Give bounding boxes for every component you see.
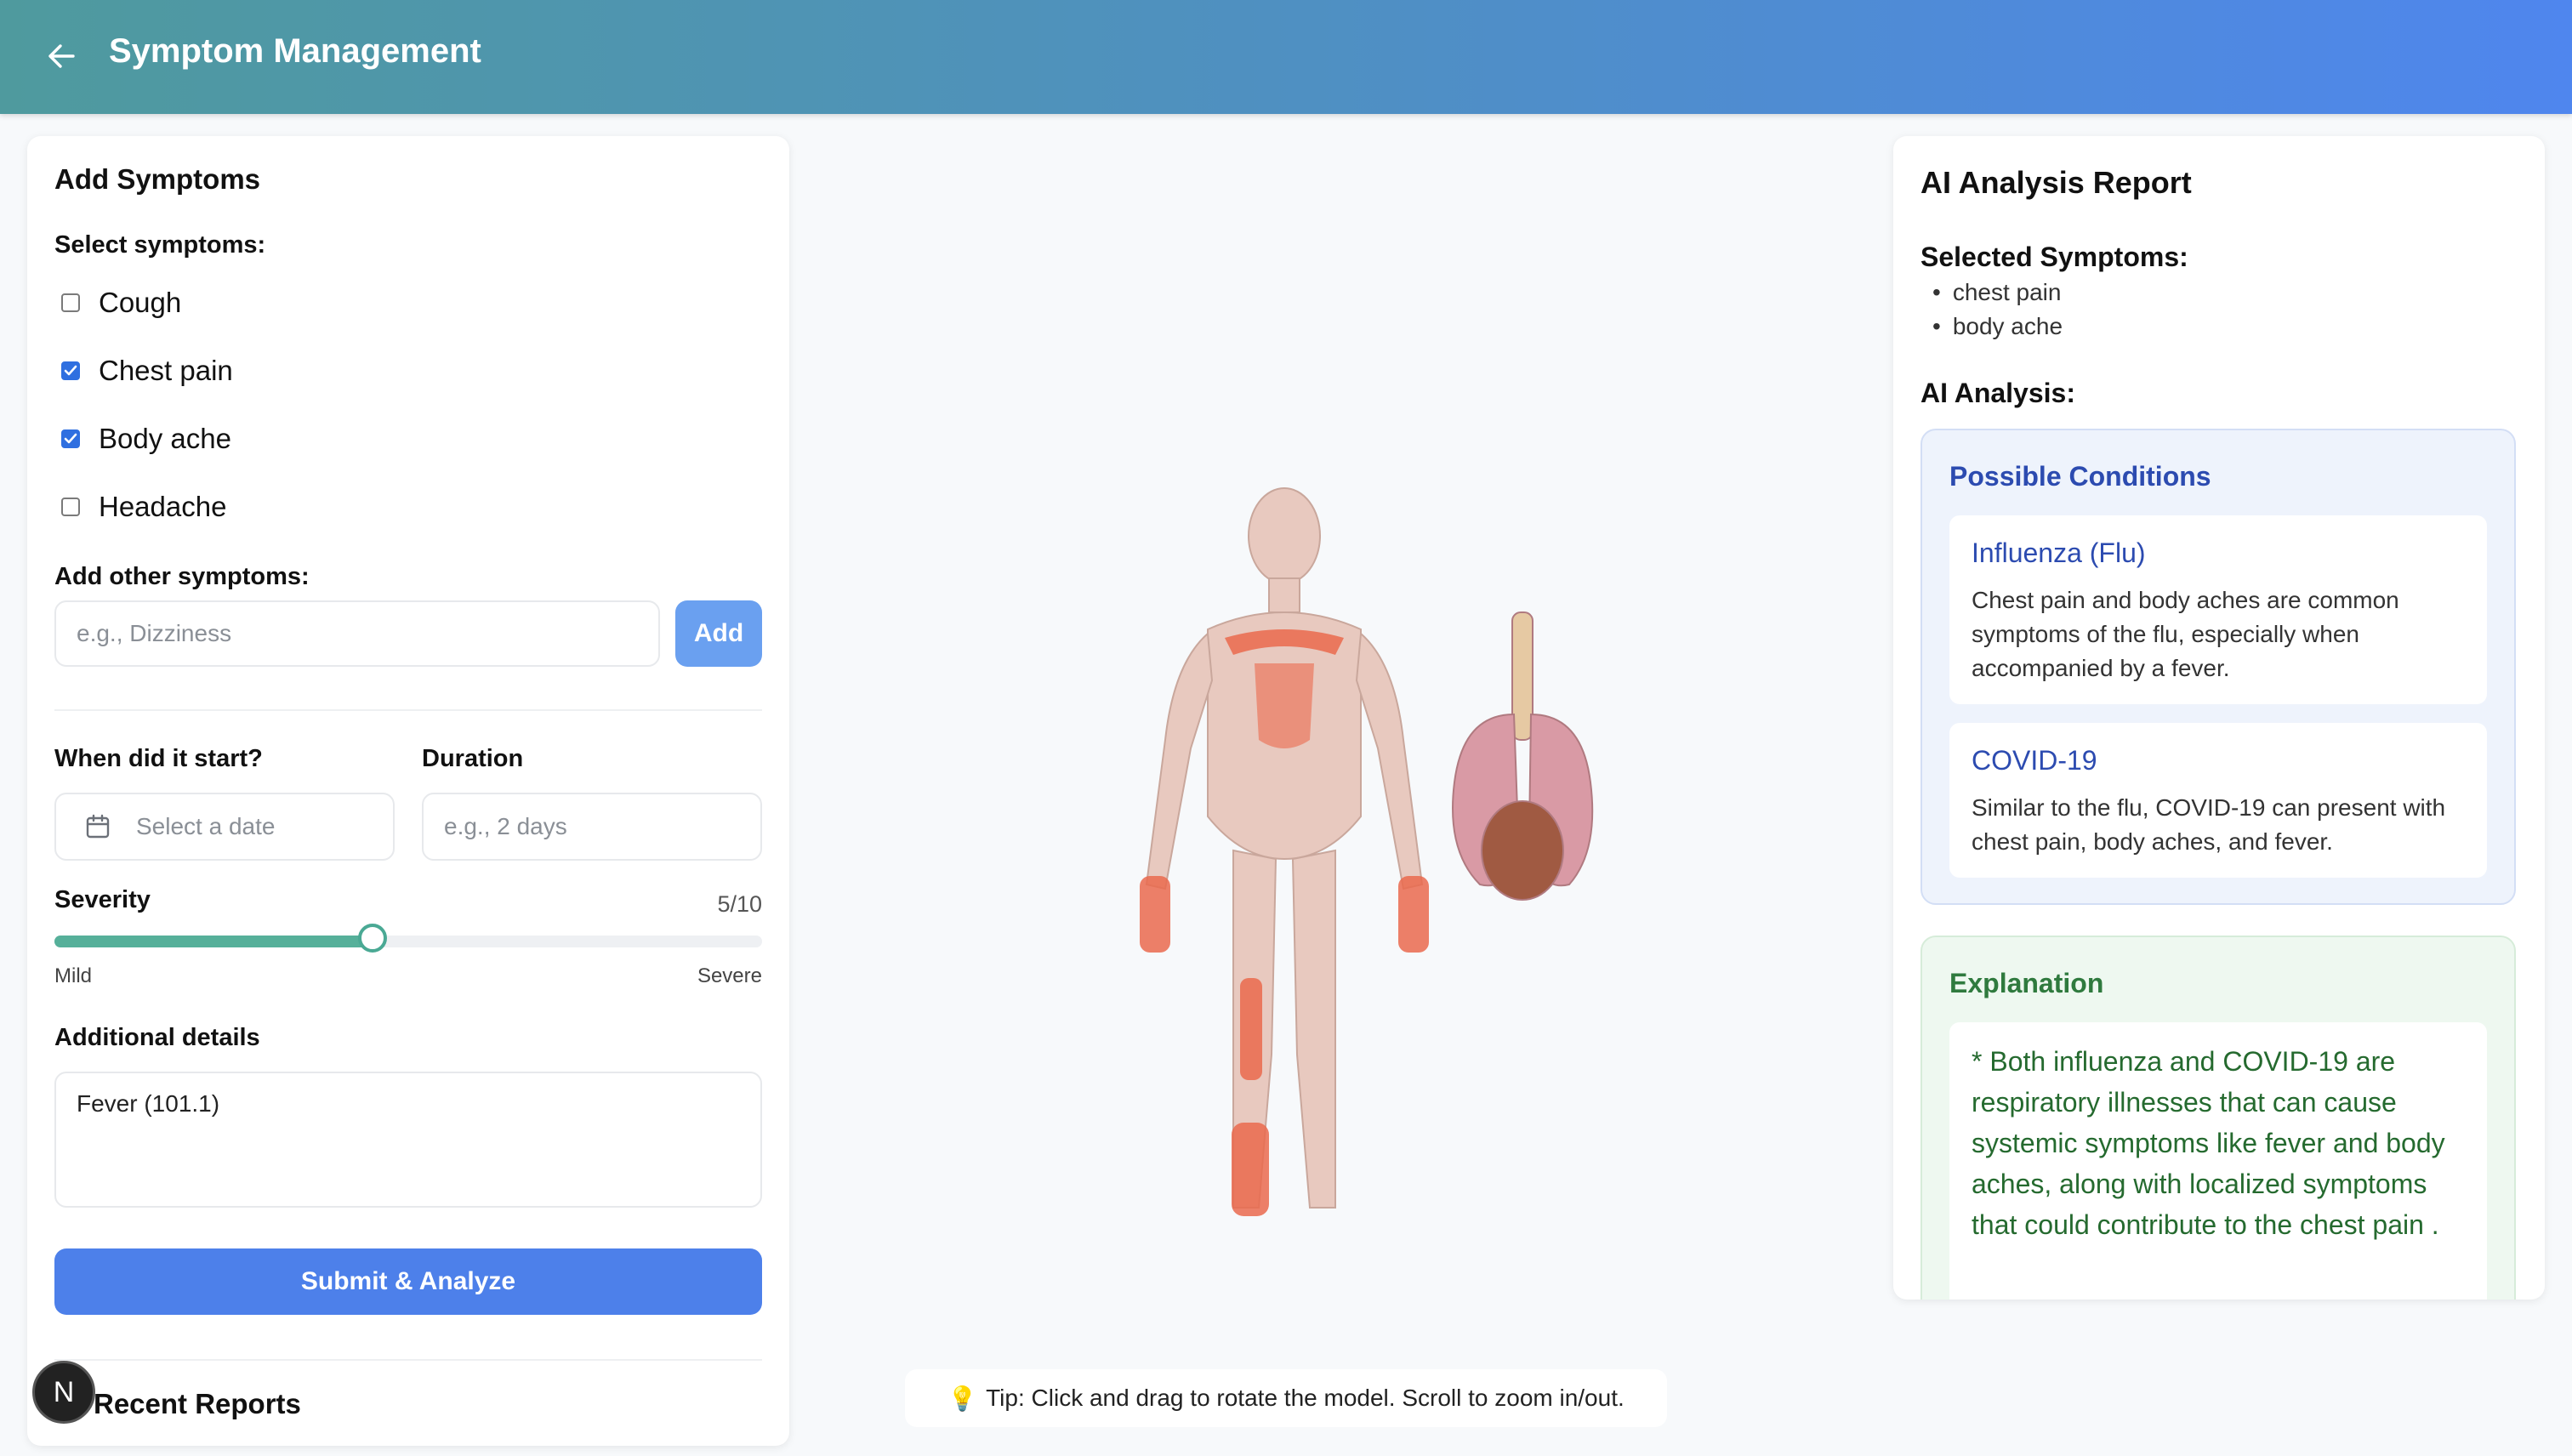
severity-slider[interactable] xyxy=(54,924,762,953)
severity-max-label: Severe xyxy=(697,964,762,987)
symptom-option-chest-pain[interactable]: Chest pain xyxy=(61,350,233,391)
select-symptoms-label: Select symptoms: xyxy=(54,231,266,259)
symptom-option-headache[interactable]: Headache xyxy=(61,486,226,527)
arrow-left-icon xyxy=(48,44,75,68)
condition-description: Similar to the flu, COVID-19 can present… xyxy=(1972,794,2446,855)
severity-label: Severity xyxy=(54,886,151,913)
symptom-option-cough[interactable]: Cough xyxy=(61,282,181,323)
severity-slider-thumb[interactable] xyxy=(358,924,388,953)
symptom-option-body-ache[interactable]: Body ache xyxy=(61,418,231,459)
selected-symptom-item: chest pain xyxy=(1932,279,2062,306)
start-date-label: When did it start? xyxy=(54,745,263,772)
tip-banner: 💡 Tip: Click and drag to rotate the mode… xyxy=(905,1369,1667,1427)
other-symptoms-label: Add other symptoms: xyxy=(54,563,310,590)
nextjs-dev-badge[interactable]: N xyxy=(32,1361,95,1424)
tip-text: Tip: Click and drag to rotate the model.… xyxy=(986,1385,1625,1411)
condition-card: Influenza (Flu) Chest pain and body ache… xyxy=(1949,515,2487,704)
condition-card: COVID-19 Similar to the flu, COVID-19 ca… xyxy=(1949,723,2487,878)
add-symptoms-heading: Add Symptoms xyxy=(54,163,261,195)
condition-description: Chest pain and body aches are common sym… xyxy=(1972,587,2399,681)
checkbox[interactable] xyxy=(61,361,80,380)
ai-analysis-heading: AI Analysis: xyxy=(1920,378,2075,408)
symptom-option-label: Headache xyxy=(99,491,227,522)
explanation-card: * Both influenza and COVID-19 are respir… xyxy=(1949,1022,2487,1300)
duration-input[interactable]: e.g., 2 days xyxy=(422,793,762,861)
checkmark-icon xyxy=(64,433,77,444)
anatomy-model-graphic xyxy=(1140,487,1594,1216)
other-symptom-placeholder: e.g., Dizziness xyxy=(77,620,232,646)
checkbox[interactable] xyxy=(61,293,80,312)
possible-conditions-box: Possible Conditions Influenza (Flu) Ches… xyxy=(1920,429,2516,905)
checkbox[interactable] xyxy=(61,498,80,516)
back-button[interactable] xyxy=(37,34,85,78)
severity-slider-fill xyxy=(54,936,373,947)
analysis-report-panel: AI Analysis Report Selected Symptoms: ch… xyxy=(1893,136,2545,1300)
explanation-heading: Explanation xyxy=(1949,968,2104,998)
additional-details-value: Fever (101.1) xyxy=(77,1090,220,1117)
additional-details-textarea[interactable]: Fever (101.1) xyxy=(54,1072,762,1208)
duration-placeholder: e.g., 2 days xyxy=(444,813,567,839)
condition-name: COVID-19 xyxy=(1972,745,2097,776)
selected-symptoms-heading: Selected Symptoms: xyxy=(1920,242,2188,272)
divider xyxy=(54,709,762,711)
divider xyxy=(54,1359,762,1361)
checkmark-icon xyxy=(64,365,77,376)
app-header: Symptom Management xyxy=(0,0,2572,114)
report-title: AI Analysis Report xyxy=(1920,165,2192,200)
symptom-option-label: Body ache xyxy=(99,423,231,454)
selected-symptom-item: body ache xyxy=(1932,313,2063,340)
calendar-icon xyxy=(86,814,110,839)
add-symptom-button[interactable]: Add xyxy=(675,600,762,667)
other-symptom-input[interactable]: e.g., Dizziness xyxy=(54,600,660,667)
explanation-text: * Both influenza and COVID-19 are respir… xyxy=(1972,1046,2445,1240)
duration-label: Duration xyxy=(422,745,524,772)
human-muscle-figure xyxy=(1145,487,1424,1209)
explanation-box: Explanation * Both influenza and COVID-1… xyxy=(1920,936,2516,1300)
condition-name: Influenza (Flu) xyxy=(1972,537,2146,568)
symptom-option-label: Chest pain xyxy=(99,355,233,386)
start-date-placeholder: Select a date xyxy=(136,813,276,839)
recent-reports-heading: Recent Reports xyxy=(94,1388,301,1419)
lightbulb-icon: 💡 xyxy=(947,1385,978,1412)
additional-details-label: Additional details xyxy=(54,1024,260,1051)
symptom-form-panel: Add Symptoms Select symptoms: Cough Ches… xyxy=(27,136,789,1446)
submit-analyze-button[interactable]: Submit & Analyze xyxy=(54,1248,762,1315)
symptom-option-label: Cough xyxy=(99,287,182,318)
checkbox[interactable] xyxy=(61,429,80,448)
severity-value: 5/10 xyxy=(717,891,762,917)
start-date-picker[interactable]: Select a date xyxy=(54,793,395,861)
possible-conditions-heading: Possible Conditions xyxy=(1949,461,2211,492)
anatomy-3d-model[interactable] xyxy=(1106,459,1667,1242)
lungs-and-heart xyxy=(1452,611,1594,901)
page-title: Symptom Management xyxy=(109,32,481,70)
severity-min-label: Mild xyxy=(54,964,93,987)
